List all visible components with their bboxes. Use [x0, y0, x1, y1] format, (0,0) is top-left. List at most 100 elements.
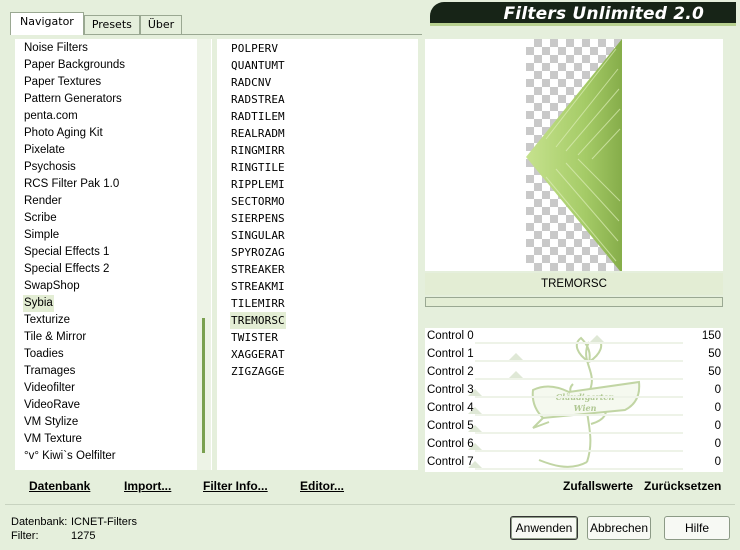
- filter-item[interactable]: SIERPENS: [230, 210, 286, 227]
- control-slider[interactable]: [475, 450, 683, 452]
- category-item[interactable]: Render: [23, 193, 63, 210]
- selected-filter-name: TREMORSC: [425, 273, 723, 295]
- category-scrollbar-thumb[interactable]: [202, 318, 205, 453]
- category-item[interactable]: Psychosis: [23, 159, 77, 176]
- controls-panel: Cläudigarten Wien Control 0150Control 15…: [425, 328, 723, 472]
- control-label: Control 0: [427, 330, 474, 342]
- filter-item[interactable]: XAGGERAT: [230, 346, 286, 363]
- category-item[interactable]: Pattern Generators: [23, 91, 123, 108]
- filter-item[interactable]: TWISTER: [230, 329, 279, 346]
- control-row[interactable]: Control 3 0: [425, 382, 723, 400]
- import-button[interactable]: Import...: [124, 479, 171, 493]
- control-label: Control 4: [427, 402, 474, 414]
- control-slider-thumb[interactable]: [590, 335, 605, 342]
- control-value: 0: [714, 402, 721, 414]
- cancel-button[interactable]: Abbrechen: [587, 516, 651, 540]
- app-banner: Filters Unlimited 2.0: [430, 2, 736, 26]
- control-row[interactable]: Control 2 50: [425, 364, 723, 382]
- control-value: 150: [701, 330, 721, 342]
- control-slider[interactable]: [475, 342, 683, 344]
- filter-item[interactable]: TREMORSC: [230, 312, 286, 329]
- category-item[interactable]: Texturize: [23, 312, 71, 329]
- control-slider[interactable]: [475, 378, 683, 380]
- control-label: Control 3: [427, 384, 474, 396]
- category-item[interactable]: SwapShop: [23, 278, 81, 295]
- random-values-button[interactable]: Zufallswerte: [563, 479, 633, 493]
- control-row[interactable]: Control 4 0: [425, 400, 723, 418]
- category-item[interactable]: Tile & Mirror: [23, 329, 87, 346]
- control-slider[interactable]: [475, 396, 683, 398]
- filter-item[interactable]: SECTORMO: [230, 193, 286, 210]
- filter-item[interactable]: SINGULAR: [230, 227, 286, 244]
- filter-item[interactable]: REALRADM: [230, 125, 286, 142]
- category-item[interactable]: VM Stylize: [23, 414, 79, 431]
- filter-item[interactable]: TILEMIRR: [230, 295, 286, 312]
- category-item[interactable]: Toadies: [23, 346, 65, 363]
- tab-presets[interactable]: Presets: [83, 15, 140, 35]
- control-slider[interactable]: [475, 432, 683, 434]
- control-slider[interactable]: [475, 414, 683, 416]
- filter-item[interactable]: RIPPLEMI: [230, 176, 286, 193]
- control-label: Control 5: [427, 420, 474, 432]
- control-slider[interactable]: [475, 360, 683, 362]
- filter-list[interactable]: POLPERV QUANTUMT RADCNV RADSTREA RADTILEM REA…: [217, 39, 418, 470]
- category-item[interactable]: Pixelate: [23, 142, 66, 159]
- filter-count-value: 1275: [71, 530, 96, 542]
- filter-item[interactable]: STREAKER: [230, 261, 286, 278]
- category-item[interactable]: Special Effects 1: [23, 244, 110, 261]
- tab-navigator[interactable]: Navigator: [10, 12, 84, 35]
- database-label: Datenbank:: [11, 516, 68, 528]
- control-row[interactable]: Control 1 50: [425, 346, 723, 364]
- reset-button[interactable]: Zurücksetzen: [644, 479, 721, 493]
- category-item[interactable]: °v° Kiwi`s Oelfilter: [23, 448, 117, 465]
- preview-image: [526, 39, 622, 271]
- control-label: Control 6: [427, 438, 474, 450]
- database-value: ICNET-Filters: [71, 516, 137, 528]
- editor-button[interactable]: Editor...: [300, 479, 344, 493]
- control-value: 0: [714, 456, 721, 468]
- filter-count-label: Filter:: [11, 530, 39, 542]
- filter-item[interactable]: RADCNV: [230, 74, 272, 91]
- category-item[interactable]: Paper Backgrounds: [23, 57, 126, 74]
- category-item[interactable]: penta.com: [23, 108, 79, 125]
- control-value: 0: [714, 420, 721, 432]
- control-value: 50: [708, 348, 721, 360]
- control-slider[interactable]: [475, 468, 683, 470]
- category-item[interactable]: VM Texture: [23, 431, 83, 448]
- filter-info-button[interactable]: Filter Info...: [203, 479, 268, 493]
- filter-item[interactable]: ZIGZAGGE: [230, 363, 286, 380]
- category-item[interactable]: Scribe: [23, 210, 58, 227]
- filter-item[interactable]: SPYROZAG: [230, 244, 286, 261]
- app-title: Filters Unlimited 2.0: [503, 4, 704, 24]
- category-item[interactable]: Special Effects 2: [23, 261, 110, 278]
- category-item[interactable]: Videofilter: [23, 380, 76, 397]
- control-label: Control 2: [427, 366, 474, 378]
- filter-item[interactable]: RINGTILE: [230, 159, 286, 176]
- control-row[interactable]: Control 6 0: [425, 436, 723, 454]
- filter-item[interactable]: POLPERV: [230, 40, 279, 57]
- category-item[interactable]: Tramages: [23, 363, 76, 380]
- filter-item[interactable]: RADSTREA: [230, 91, 286, 108]
- control-slider-thumb[interactable]: [508, 353, 523, 360]
- category-item[interactable]: Paper Textures: [23, 74, 102, 91]
- filter-item[interactable]: RADTILEM: [230, 108, 286, 125]
- control-row[interactable]: Control 5 0: [425, 418, 723, 436]
- control-row[interactable]: Control 7 0: [425, 454, 723, 472]
- category-item[interactable]: Sybia: [23, 295, 54, 312]
- category-item[interactable]: Photo Aging Kit: [23, 125, 104, 142]
- control-slider-thumb[interactable]: [508, 371, 523, 378]
- category-item[interactable]: Simple: [23, 227, 60, 244]
- category-item[interactable]: VideoRave: [23, 397, 81, 414]
- apply-button[interactable]: Anwenden: [510, 516, 578, 540]
- filter-item[interactable]: RINGMIRR: [230, 142, 286, 159]
- category-list[interactable]: Noise Filters Paper Backgrounds Paper Text…: [15, 39, 212, 470]
- tab-bar: Navigator Presets Über: [10, 12, 183, 35]
- control-row[interactable]: Control 0 150: [425, 328, 723, 346]
- category-item[interactable]: Noise Filters: [23, 40, 89, 57]
- filter-item[interactable]: QUANTUMT: [230, 57, 286, 74]
- filter-item[interactable]: STREAKMI: [230, 278, 286, 295]
- help-button[interactable]: Hilfe: [664, 516, 730, 540]
- tab-about[interactable]: Über: [139, 15, 183, 35]
- category-item[interactable]: RCS Filter Pak 1.0: [23, 176, 120, 193]
- database-button[interactable]: Datenbank: [29, 479, 90, 493]
